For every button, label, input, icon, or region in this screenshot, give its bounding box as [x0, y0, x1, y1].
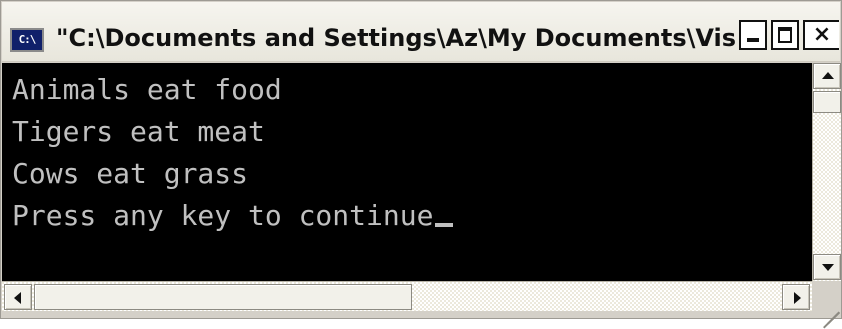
console-lines: Animals eat food Tigers eat meat Cows ea…	[12, 69, 454, 237]
maximize-icon	[778, 27, 792, 43]
close-button[interactable]: ×	[803, 20, 839, 50]
console-line: Press any key to continue	[12, 195, 454, 237]
scroll-up-button[interactable]	[813, 63, 841, 89]
maximize-button[interactable]	[771, 20, 799, 50]
console-line: Animals eat food	[12, 69, 453, 111]
horizontal-scroll-thumb[interactable]	[34, 284, 412, 310]
scroll-right-arrow-icon	[794, 292, 801, 304]
console-line-text: Tigers eat meat	[12, 115, 265, 148]
close-icon: ×	[812, 22, 832, 47]
scroll-left-button[interactable]	[4, 284, 32, 310]
title-bar[interactable]: C:\ "C:\Documents and Settings\Az\My Doc…	[2, 2, 840, 62]
console-window: C:\ "C:\Documents and Settings\Az\My Doc…	[0, 0, 842, 329]
vertical-scrollbar[interactable]	[812, 63, 841, 281]
scroll-left-arrow-icon	[14, 292, 21, 304]
console-output[interactable]: Animals eat food Tigers eat meat Cows ea…	[2, 63, 812, 281]
console-line-text: Cows eat grass	[12, 157, 249, 190]
scroll-down-button[interactable]	[813, 254, 841, 280]
console-app-icon[interactable]: C:\	[10, 28, 44, 52]
console-line: Cows eat grass	[12, 153, 453, 195]
vertical-scroll-thumb[interactable]	[813, 91, 841, 113]
window-title: "C:\Documents and Settings\Az\My Documen…	[56, 24, 736, 52]
console-line-text: Press any key to continue	[12, 199, 434, 232]
horizontal-scrollbar[interactable]	[2, 281, 812, 311]
scroll-down-arrow-icon	[822, 264, 834, 271]
minimize-button[interactable]	[739, 20, 767, 50]
console-line: Tigers eat meat	[12, 111, 453, 153]
text-cursor	[435, 223, 454, 227]
console-line-text: Animals eat food	[12, 73, 282, 106]
scroll-right-button[interactable]	[782, 284, 810, 310]
resize-grip[interactable]	[812, 281, 841, 329]
scroll-up-arrow-icon	[822, 72, 834, 79]
minimize-icon	[747, 38, 759, 42]
